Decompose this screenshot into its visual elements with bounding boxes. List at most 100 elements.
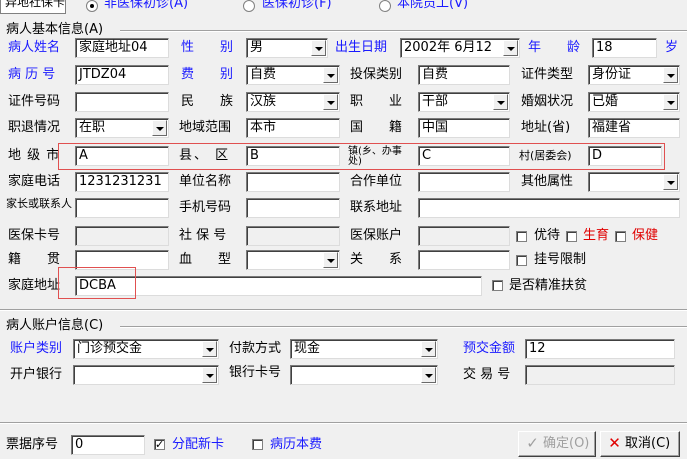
phone-input[interactable]: 1231231231 (75, 172, 169, 192)
radio-insurance-first-label: 医保初诊(F) (262, 0, 332, 11)
insurance-type-input[interactable]: 自费 (418, 65, 510, 85)
section-divider (0, 309, 687, 311)
chevron-down-icon[interactable] (152, 120, 167, 136)
payment-method-select[interactable]: 现金 (290, 339, 438, 359)
account-type-value: 门诊预交金 (77, 341, 143, 356)
fee-type-select[interactable]: 自费 (246, 65, 340, 85)
insurance-card-input[interactable] (75, 226, 169, 246)
chevron-down-icon[interactable] (421, 341, 436, 357)
social-no-input[interactable] (246, 226, 340, 246)
mobile-input[interactable] (246, 198, 340, 218)
cancel-button-label: 取消(C) (625, 436, 671, 451)
blood-label: 血 型 (179, 252, 232, 267)
new-card-checkbox[interactable]: ✓ (154, 439, 165, 450)
checkmark-icon: ✓ (526, 434, 539, 452)
radio-non-insurance-first-label: 非医保初诊(A) (104, 0, 189, 11)
id-no-input[interactable] (75, 92, 169, 112)
age-input[interactable]: 18 (592, 38, 657, 58)
chevron-down-icon[interactable] (202, 341, 217, 357)
relation-input[interactable] (418, 250, 510, 270)
trade-no-input[interactable] (525, 365, 675, 385)
insurance-type-label: 投保类别 (350, 67, 403, 82)
relation-label: 关 系 (350, 252, 403, 267)
poverty-label: 是否精准扶贫 (509, 278, 588, 293)
chevron-down-icon[interactable] (323, 252, 338, 268)
country-input[interactable]: 中国 (418, 118, 510, 138)
chevron-down-icon[interactable] (503, 40, 518, 56)
cancel-button[interactable]: ✕ 取消(C) (600, 431, 680, 457)
prepay-amount-label: 预交金额 (463, 341, 516, 356)
chevron-down-icon[interactable] (663, 67, 678, 83)
area-input[interactable]: 本市 (246, 118, 340, 138)
marital-select[interactable]: 已婚 (588, 92, 680, 112)
patient-section-title: 病人基本信息(A) (6, 22, 104, 37)
receipt-no-input[interactable]: 0 (71, 435, 145, 455)
record-no-input[interactable]: JTDZ04 (75, 65, 169, 85)
radio-insurance-first[interactable] (243, 0, 255, 12)
company-input[interactable] (246, 172, 340, 192)
job-value: 干部 (422, 94, 449, 109)
confirm-button-label: 确定(O) (543, 436, 590, 451)
radio-non-insurance-first[interactable] (86, 0, 98, 12)
chevron-down-icon[interactable] (323, 67, 338, 83)
birth-date-picker[interactable]: 2002年 6月12 (400, 38, 520, 58)
chevron-down-icon[interactable] (202, 367, 217, 383)
home-address-input[interactable]: DCBA (75, 276, 482, 296)
trade-no-label: 交 易 号 (463, 367, 511, 382)
chevron-down-icon[interactable] (311, 40, 326, 56)
sex-label: 性 别 (181, 40, 234, 55)
nation-select[interactable]: 汉族 (246, 92, 340, 112)
bank-select[interactable] (73, 365, 219, 385)
prepay-amount-input[interactable]: 12 (525, 339, 675, 359)
account-type-select[interactable]: 门诊预交金 (73, 339, 219, 359)
sex-select[interactable]: 男 (246, 38, 328, 58)
mobile-label: 手机号码 (179, 200, 232, 215)
sex-value: 男 (250, 40, 264, 55)
reg-limit-label: 挂号限制 (534, 252, 587, 267)
health-checkbox[interactable] (615, 231, 626, 242)
contact-address-input[interactable] (418, 198, 680, 218)
chevron-down-icon[interactable] (421, 367, 436, 383)
top-bar: 异地社保卡 非医保初诊(A) 医保初诊(F) 本院员工(V) (0, 0, 687, 15)
name-input[interactable]: 家庭地址04 (75, 38, 169, 58)
priority-checkbox[interactable] (516, 231, 527, 242)
name-label: 病人姓名 (8, 40, 61, 55)
social-no-label: 社 保 号 (179, 228, 227, 243)
record-fee-checkbox[interactable] (252, 439, 263, 450)
other-attr-select[interactable] (588, 172, 680, 192)
blood-select[interactable] (246, 250, 340, 270)
radio-staff[interactable] (379, 0, 391, 12)
chevron-down-icon[interactable] (493, 94, 508, 110)
tab-remote-social-card[interactable]: 异地社保卡 (0, 0, 66, 14)
phone-label: 家庭电话 (8, 174, 61, 189)
id-type-select[interactable]: 身份证 (588, 65, 680, 85)
chevron-down-icon[interactable] (323, 94, 338, 110)
coop-input[interactable] (418, 172, 510, 192)
radio-staff-label: 本院员工(V) (397, 0, 469, 11)
marital-value: 已婚 (592, 94, 619, 109)
fee-type-value: 自费 (250, 67, 277, 82)
reg-limit-checkbox[interactable] (516, 255, 527, 266)
guardian-input[interactable] (75, 198, 169, 218)
chevron-down-icon[interactable] (663, 94, 678, 110)
job-label: 职 业 (350, 94, 403, 109)
province-input[interactable]: 福建省 (588, 118, 680, 138)
bank-card-select[interactable] (290, 365, 438, 385)
confirm-button[interactable]: ✓ 确定(O) (518, 431, 596, 457)
fee-type-label: 费 别 (181, 67, 234, 82)
record-no-label: 病 历 号 (8, 67, 56, 82)
province-label: 地址(省) (521, 120, 571, 135)
chevron-down-icon[interactable] (663, 174, 678, 190)
retire-select[interactable]: 在职 (75, 118, 169, 138)
job-select[interactable]: 干部 (418, 92, 510, 112)
age-unit: 岁 (665, 40, 679, 55)
age-label: 年 龄 (528, 40, 581, 55)
nation-label: 民 族 (181, 94, 234, 109)
fertility-checkbox[interactable] (566, 231, 577, 242)
section-divider (120, 30, 687, 32)
health-label: 保健 (632, 228, 659, 243)
marital-label: 婚姻状况 (521, 94, 574, 109)
insurance-account-input[interactable] (418, 226, 510, 246)
poverty-checkbox[interactable] (492, 280, 503, 291)
retire-value: 在职 (79, 120, 106, 135)
